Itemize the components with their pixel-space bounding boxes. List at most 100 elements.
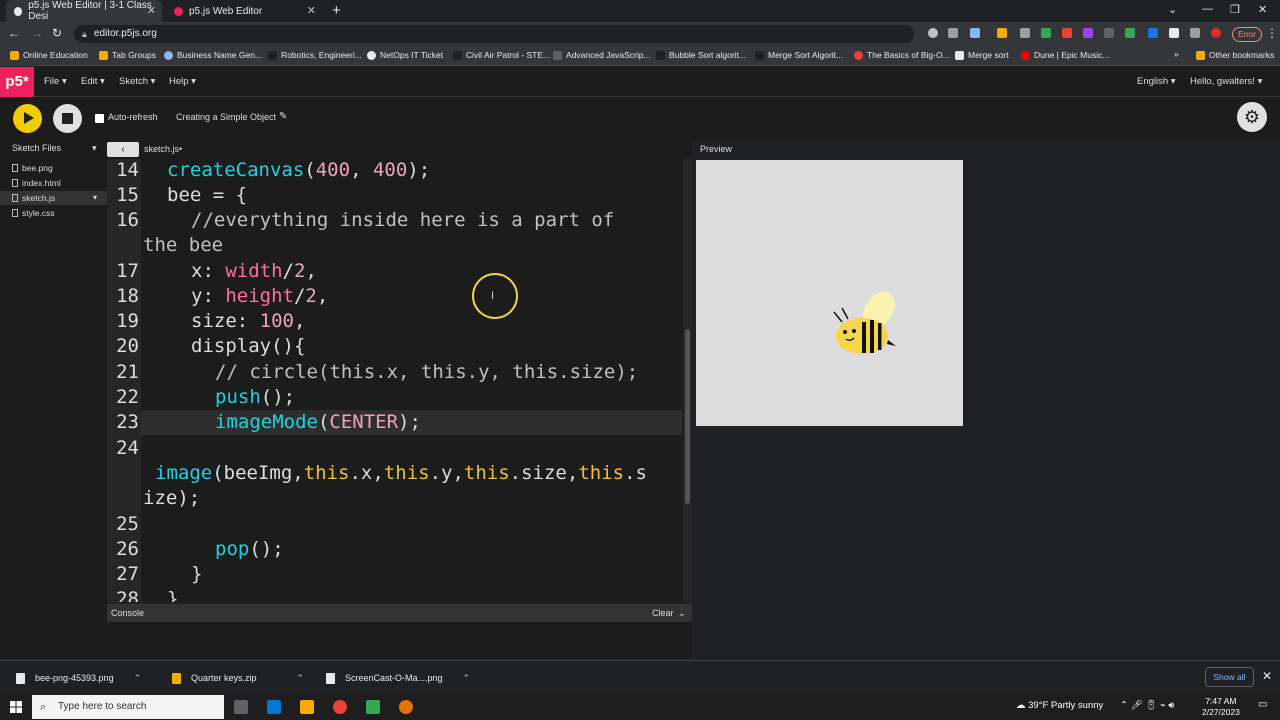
- extension-icon[interactable]: [1020, 28, 1030, 38]
- profile-avatar[interactable]: [1211, 28, 1221, 38]
- extension-icon[interactable]: [1062, 28, 1072, 38]
- bookmark-item[interactable]: Business Name Gen...: [164, 50, 262, 60]
- bookmark-item[interactable]: Advanced JavaScrip...: [553, 50, 651, 60]
- language-select[interactable]: English ▾: [1137, 76, 1176, 87]
- code-line: display(){: [191, 335, 306, 357]
- restore-icon[interactable]: ❐: [1230, 3, 1240, 16]
- line-number: 19: [116, 310, 139, 332]
- app-icon[interactable]: [366, 700, 380, 714]
- more-menu-icon[interactable]: ⋮: [1266, 26, 1278, 40]
- download-item[interactable]: bee-png-45393.png ⌃: [16, 668, 141, 688]
- system-clock[interactable]: 7:47 AM 2/27/2023: [1202, 696, 1240, 718]
- file-item[interactable]: index.html: [0, 176, 107, 190]
- bookmark-item[interactable]: Other bookmarks: [1196, 50, 1274, 60]
- sketch-files-header[interactable]: Sketch Files ▾: [0, 143, 107, 157]
- browser-tab-strip: p5.js Web Editor | 3-1 Class Desi ✕ p5.j…: [0, 0, 1280, 22]
- error-button[interactable]: Error: [1232, 27, 1262, 42]
- back-icon[interactable]: ←: [8, 26, 20, 40]
- console-clear-button[interactable]: Clear: [652, 604, 674, 622]
- extension-icon[interactable]: [1041, 28, 1051, 38]
- browser-tab-active[interactable]: p5.js Web Editor | 3-1 Class Desi ✕: [6, 0, 162, 22]
- editor-scrollbar[interactable]: [683, 159, 692, 602]
- file-explorer-icon[interactable]: [300, 700, 314, 714]
- collapse-sidebar-button[interactable]: ‹: [107, 142, 139, 157]
- notification-icon[interactable]: ▭: [1258, 699, 1267, 710]
- p5-logo[interactable]: p5*: [0, 67, 34, 97]
- puzzle-icon[interactable]: [1169, 28, 1179, 38]
- menu-sketch[interactable]: Sketch ▾: [119, 76, 155, 87]
- tab-search-icon[interactable]: ⌄: [1168, 3, 1177, 16]
- line-number: 18: [116, 285, 139, 307]
- pencil-icon[interactable]: ✎: [279, 111, 287, 122]
- bookmark-item[interactable]: Dune | Epic Music...: [1021, 50, 1109, 60]
- address-bar[interactable]: 🔒︎ editor.p5js.org: [74, 25, 914, 43]
- file-icon: [12, 179, 18, 187]
- google-icon[interactable]: [928, 28, 938, 38]
- extension-icon[interactable]: [1083, 28, 1093, 38]
- reload-icon[interactable]: ↻: [52, 26, 62, 40]
- chrome-icon[interactable]: [333, 700, 347, 714]
- chevron-up-icon[interactable]: ⌃: [134, 673, 142, 684]
- user-menu[interactable]: Hello, gwalters! ▾: [1190, 76, 1262, 87]
- play-button[interactable]: [13, 104, 42, 133]
- bookmark-item[interactable]: The Basics of Big-O...: [854, 50, 950, 60]
- windows-start-icon[interactable]: [10, 701, 22, 713]
- bookmark-item[interactable]: Merge sort: [955, 50, 1009, 60]
- code-editor[interactable]: 14 15 16 17 18 19 20 21 22 23 24 25 26 2…: [107, 159, 692, 602]
- bookmark-item[interactable]: NetOps IT Ticket: [367, 50, 443, 60]
- forward-icon[interactable]: →: [31, 26, 43, 40]
- close-tab-icon[interactable]: ✕: [307, 4, 316, 17]
- bookmark-item[interactable]: Tab Groups: [99, 50, 156, 60]
- console-header: Console Clear ⌄: [107, 604, 692, 622]
- extension-icon[interactable]: [997, 28, 1007, 38]
- tray-icons[interactable]: ⌃ 🎤︎ 🔋︎ ⌁ 🔊︎: [1120, 700, 1174, 711]
- preview-canvas[interactable]: [696, 160, 963, 426]
- sketch-name[interactable]: Creating a Simple Object: [176, 112, 276, 122]
- scrollbar-thumb[interactable]: [685, 329, 690, 504]
- stop-button[interactable]: [53, 104, 82, 133]
- chevron-up-icon[interactable]: ⌃: [297, 673, 305, 684]
- file-item[interactable]: bee.png: [0, 161, 107, 175]
- editor-tab-bar: ‹ sketch.js•: [107, 139, 692, 159]
- extension-icon[interactable]: [1104, 28, 1114, 38]
- bookmark-item[interactable]: Robotics, Engineeri...: [268, 50, 362, 60]
- extension-icon[interactable]: [1125, 28, 1135, 38]
- chevron-up-icon[interactable]: ⌃: [463, 673, 471, 684]
- star-icon[interactable]: [970, 28, 980, 38]
- file-item[interactable]: style.css: [0, 206, 107, 220]
- close-downloads-icon[interactable]: ✕: [1262, 669, 1272, 683]
- store-icon[interactable]: [267, 700, 281, 714]
- download-item[interactable]: ScreenCast-O-Ma....png ⌃: [326, 668, 470, 688]
- close-tab-icon[interactable]: ✕: [147, 4, 156, 17]
- share-icon[interactable]: [948, 28, 958, 38]
- menu-help[interactable]: Help ▾: [169, 76, 196, 87]
- menu-edit[interactable]: Edit ▾: [81, 76, 105, 87]
- more-bookmarks-icon[interactable]: »: [1174, 49, 1179, 59]
- menu-file[interactable]: File ▾: [44, 76, 67, 87]
- taskbar-search[interactable]: ⌕ Type here to search: [32, 695, 224, 719]
- screencast-icon[interactable]: [399, 700, 413, 714]
- bookmark-item[interactable]: Online Education: [10, 50, 88, 60]
- weather-widget[interactable]: ☁ 39°F Partly sunny: [1016, 700, 1103, 711]
- bookmark-item[interactable]: Merge Sort Algorit...: [755, 50, 843, 60]
- show-all-downloads-button[interactable]: Show all: [1205, 667, 1254, 687]
- file-item-active[interactable]: sketch.js ▾: [0, 191, 107, 205]
- browser-tab[interactable]: p5.js Web Editor ✕: [166, 0, 322, 22]
- task-view-icon[interactable]: [234, 700, 248, 714]
- chevron-down-icon[interactable]: ▾: [92, 143, 97, 154]
- p5-toolbar: Auto-refresh Creating a Simple Object ✎ …: [0, 97, 1280, 139]
- minimize-icon[interactable]: —: [1202, 3, 1213, 15]
- settings-button[interactable]: ⚙: [1237, 102, 1267, 132]
- editor-file-tab[interactable]: sketch.js•: [144, 144, 182, 154]
- chevron-down-icon[interactable]: ⌄: [678, 604, 686, 622]
- new-tab-button[interactable]: +: [332, 2, 341, 19]
- close-window-icon[interactable]: ✕: [1258, 3, 1267, 16]
- sun-cloud-icon: ☁: [1016, 700, 1026, 711]
- bookmark-item[interactable]: Civil Air Patrol - STE...: [453, 50, 550, 60]
- chevron-down-icon[interactable]: ▾: [93, 191, 97, 205]
- extension-icon[interactable]: [1148, 28, 1158, 38]
- auto-refresh-checkbox[interactable]: [95, 114, 104, 123]
- sidepanel-icon[interactable]: [1190, 28, 1200, 38]
- download-item[interactable]: Quarter keys.zip ⌃: [172, 668, 304, 688]
- bookmark-item[interactable]: Bubble Sort algorit...: [656, 50, 746, 60]
